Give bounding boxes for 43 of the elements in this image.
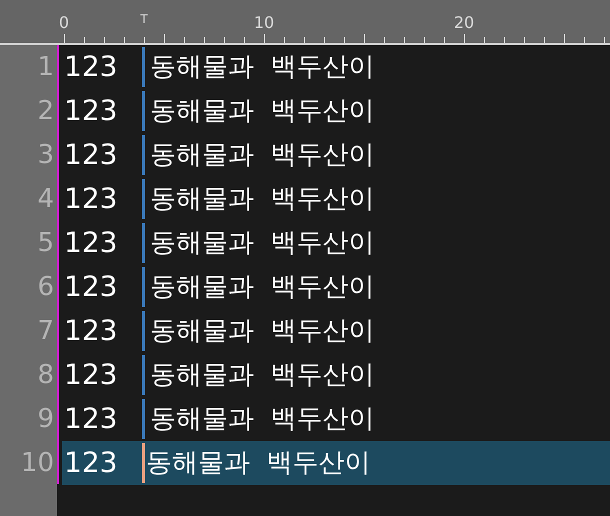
line-cell-text: 123 bbox=[63, 313, 118, 349]
line-cell-text: 123 bbox=[63, 225, 118, 261]
line-cell-text: 동해물과 백두산이 bbox=[149, 402, 375, 436]
line-number: 8 bbox=[36, 358, 55, 392]
line-number: 6 bbox=[36, 270, 55, 304]
line-number: 1 bbox=[36, 50, 55, 84]
text-line[interactable]: 123 동해물과 백두산이 bbox=[62, 133, 610, 177]
line-cell-text: 123 bbox=[63, 181, 118, 217]
text-line[interactable]: 123 동해물과 백두산이 bbox=[62, 397, 610, 441]
line-cell-text: 동해물과 백두산이 bbox=[149, 94, 375, 128]
line-cell-text: 123 bbox=[63, 401, 118, 437]
line-cell-text: 123 bbox=[63, 357, 118, 393]
text-line[interactable]: 123 동해물과 백두산이 bbox=[62, 221, 610, 265]
line-cell-text: 123 bbox=[63, 269, 118, 305]
line-number: 9 bbox=[36, 402, 55, 436]
line-cell-text: 동해물과 백두산이 bbox=[149, 50, 375, 84]
tab-stop-marker[interactable]: T bbox=[140, 12, 148, 26]
ruler-label: 0 bbox=[58, 14, 70, 32]
line-cell-text: 123 bbox=[63, 137, 118, 173]
text-line[interactable]: 123 동해물과 백두산이 bbox=[62, 353, 610, 397]
line-number: 5 bbox=[36, 226, 55, 260]
line-cell-text: 123 bbox=[63, 445, 118, 481]
line-cell-text: 동해물과 백두산이 bbox=[149, 226, 375, 260]
line-cell-text: 동해물과 백두산이 bbox=[149, 138, 375, 172]
line-cell-text: 동해물과 백두산이 bbox=[149, 182, 375, 216]
line-number: 2 bbox=[36, 94, 55, 128]
line-cell-text: 123 bbox=[63, 93, 118, 129]
line-number: 10 bbox=[20, 446, 55, 480]
text-line[interactable]: 123 동해물과 백두산이 bbox=[62, 89, 610, 133]
line-cell-text: 동해물과 백두산이 bbox=[145, 446, 371, 480]
line-cell-text: 동해물과 백두산이 bbox=[149, 358, 375, 392]
text-line[interactable]: 123 동해물과 백두산이 bbox=[62, 45, 610, 89]
ruler-label: 10 bbox=[254, 14, 274, 32]
line-number: 4 bbox=[36, 182, 55, 216]
line-number: 3 bbox=[36, 138, 55, 172]
ruler-label: 20 bbox=[454, 14, 474, 32]
line-cell-text: 123 bbox=[63, 49, 118, 85]
text-line[interactable]: 123 동해물과 백두산이 bbox=[62, 309, 610, 353]
line-cell-text: 동해물과 백두산이 bbox=[149, 270, 375, 304]
text-line[interactable]: 123 동해물과 백두산이 bbox=[62, 265, 610, 309]
line-cell-text: 동해물과 백두산이 bbox=[149, 314, 375, 348]
line-number: 7 bbox=[36, 314, 55, 348]
text-line[interactable]: 123 동해물과 백두산이 bbox=[62, 177, 610, 221]
